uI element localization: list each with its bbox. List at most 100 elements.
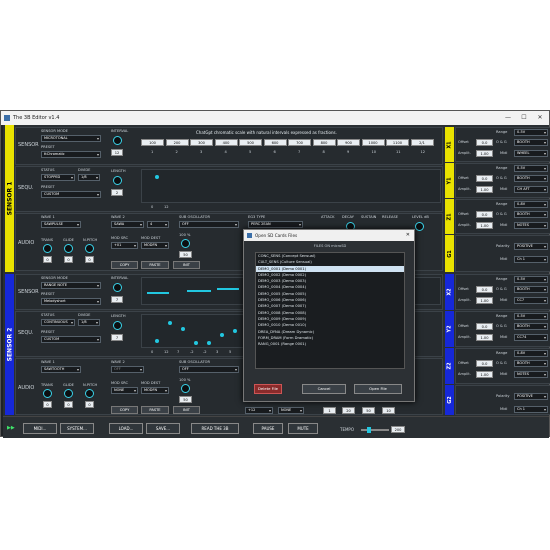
range-select[interactable]: 0-5V bbox=[514, 165, 548, 172]
midi-select[interactable]: CH AFT bbox=[514, 186, 548, 193]
dialog-close-button[interactable]: ✕ bbox=[406, 230, 410, 241]
wave1-select[interactable]: SAWTOOTH bbox=[41, 366, 81, 373]
mode-select[interactable]: BOOTH bbox=[514, 211, 548, 218]
tempo-slider[interactable] bbox=[361, 427, 389, 433]
seq-step-dot[interactable] bbox=[207, 341, 211, 345]
mute-button[interactable]: MUTE bbox=[288, 423, 318, 434]
mod-amount-knob[interactable] bbox=[181, 384, 190, 393]
interval-value[interactable]: 12 bbox=[111, 149, 123, 156]
divide-select[interactable]: 1/8 bbox=[78, 174, 100, 181]
mode-select[interactable]: BOOTH bbox=[514, 286, 548, 293]
status-select[interactable]: CONTINUOUS bbox=[41, 319, 75, 326]
length-value[interactable]: 2 bbox=[111, 189, 123, 196]
length-value[interactable]: 7 bbox=[111, 334, 123, 341]
seq-step-dot[interactable] bbox=[155, 339, 159, 343]
midi-select[interactable]: CC7 bbox=[514, 297, 548, 304]
sensor-mode-select[interactable]: MICROTONAL bbox=[41, 135, 101, 142]
interval-ratio-field[interactable]: 2/1 bbox=[410, 139, 434, 146]
close-button[interactable]: ✕ bbox=[533, 111, 547, 125]
polarity-select[interactable]: POSITIVE bbox=[514, 393, 548, 400]
divide-select[interactable]: 1/8 bbox=[78, 319, 100, 326]
interval-ratio-field[interactable]: 800 bbox=[312, 139, 336, 146]
sensor-mode-select[interactable]: RANGE NOTE bbox=[41, 282, 101, 289]
maximize-button[interactable]: ☐ bbox=[517, 111, 531, 125]
glide-knob[interactable] bbox=[64, 389, 73, 398]
interval-ratio-field[interactable]: 200 bbox=[165, 139, 189, 146]
midi-select[interactable]: CC74 bbox=[514, 334, 548, 341]
sequencer-grid[interactable] bbox=[141, 169, 441, 203]
offset-value[interactable]: 0.0 bbox=[476, 175, 493, 182]
mod-src-select[interactable]: +01 bbox=[111, 242, 138, 249]
tempo-value[interactable]: 200 bbox=[391, 426, 405, 433]
amplitude-value[interactable]: 1.00 bbox=[476, 150, 493, 157]
amplitude-value[interactable]: 1.00 bbox=[476, 222, 493, 229]
wave2-select[interactable]: OFF bbox=[111, 366, 144, 373]
extra-value[interactable]: 50 bbox=[362, 407, 375, 414]
glide-value[interactable]: 0 bbox=[64, 401, 73, 408]
pause-button[interactable]: PAUSE bbox=[253, 423, 283, 434]
npitch-knob[interactable] bbox=[85, 389, 94, 398]
wave1-select[interactable]: SAWPULSE bbox=[41, 221, 81, 228]
npitch-value[interactable]: 0 bbox=[85, 401, 94, 408]
extra-value[interactable]: 20 bbox=[342, 407, 355, 414]
npitch-knob[interactable] bbox=[85, 244, 94, 253]
init-button[interactable]: INIT bbox=[173, 406, 200, 414]
seq-step-dot[interactable] bbox=[233, 329, 237, 333]
mod-dest-select[interactable]: MODFN bbox=[141, 387, 169, 394]
midi-select[interactable]: Ch 1 bbox=[514, 406, 548, 413]
mode-select[interactable]: BOOTH bbox=[514, 139, 548, 146]
interval-ratio-field[interactable]: 500 bbox=[239, 139, 262, 146]
file-list-item[interactable]: RANG_0001 (Range 0001) bbox=[256, 341, 404, 347]
wave2-select[interactable]: SAWA bbox=[111, 221, 144, 228]
interval-ratio-field[interactable]: 100 bbox=[141, 139, 164, 146]
interval-bar[interactable] bbox=[187, 290, 211, 292]
status-select[interactable]: STOPPED bbox=[41, 174, 75, 181]
amplitude-value[interactable]: 1.00 bbox=[476, 297, 493, 304]
init-button[interactable]: INIT bbox=[173, 261, 200, 269]
length-knob[interactable] bbox=[113, 176, 122, 185]
interval-knob[interactable] bbox=[113, 136, 122, 145]
paste-button[interactable]: PASTE bbox=[141, 406, 169, 414]
interval-bar[interactable] bbox=[147, 292, 169, 294]
interval-ratio-field[interactable]: 900 bbox=[337, 139, 360, 146]
mod-amount-value[interactable]: 50 bbox=[179, 396, 192, 403]
glide-value[interactable]: 0 bbox=[64, 256, 73, 263]
extra-select-1[interactable]: +12 bbox=[245, 407, 273, 414]
copy-button[interactable]: COPY bbox=[111, 406, 138, 414]
mod-src-select[interactable]: NONE bbox=[111, 387, 138, 394]
interval-ratio-field[interactable]: 1000 bbox=[361, 139, 385, 146]
length-knob[interactable] bbox=[113, 321, 122, 330]
paste-button[interactable]: PASTE bbox=[141, 261, 169, 269]
preset-select[interactable]: ttChromatic bbox=[41, 151, 101, 158]
midi-select[interactable]: NOTES bbox=[514, 371, 548, 378]
minimize-button[interactable]: — bbox=[501, 111, 515, 125]
interval-ratio-field[interactable]: 700 bbox=[288, 139, 311, 146]
eg-type-select[interactable]: PERC 2EAN bbox=[248, 221, 303, 228]
read-3b-button[interactable]: READ THE 3B bbox=[191, 423, 239, 434]
npitch-value[interactable]: 0 bbox=[85, 256, 94, 263]
mod-dest-select[interactable]: MODFN bbox=[141, 242, 169, 249]
extra-value[interactable]: 1 bbox=[323, 407, 336, 414]
seq-preset-select[interactable]: CUSTOM bbox=[41, 191, 101, 198]
wave2-num-select[interactable]: 4 bbox=[147, 221, 169, 228]
trans-value[interactable]: 0 bbox=[43, 401, 52, 408]
range-select[interactable]: 0-5V bbox=[514, 276, 548, 283]
trans-knob[interactable] bbox=[43, 244, 52, 253]
system-button[interactable]: SYSTEM... bbox=[60, 423, 94, 434]
interval-ratio-field[interactable]: 300 bbox=[190, 139, 213, 146]
offset-value[interactable]: 0.0 bbox=[476, 323, 493, 330]
midi-select[interactable]: WHEEL bbox=[514, 150, 548, 157]
amplitude-value[interactable]: 1.00 bbox=[476, 334, 493, 341]
delete-file-button[interactable]: Delete File bbox=[254, 384, 282, 394]
seq-step-dot[interactable] bbox=[220, 333, 224, 337]
sub-osc-select[interactable]: OFF bbox=[179, 366, 239, 373]
interval-bar[interactable] bbox=[217, 288, 239, 290]
range-select[interactable]: 0-8V bbox=[514, 350, 548, 357]
load-button[interactable]: LOAD... bbox=[109, 423, 143, 434]
sub-osc-select[interactable]: OFF bbox=[179, 221, 239, 228]
interval-ratio-field[interactable]: 400 bbox=[214, 139, 238, 146]
copy-button[interactable]: COPY bbox=[111, 261, 138, 269]
amplitude-value[interactable]: 1.00 bbox=[476, 186, 493, 193]
cancel-button[interactable]: Cancel bbox=[302, 384, 346, 394]
seq-step-dot[interactable] bbox=[155, 175, 159, 179]
